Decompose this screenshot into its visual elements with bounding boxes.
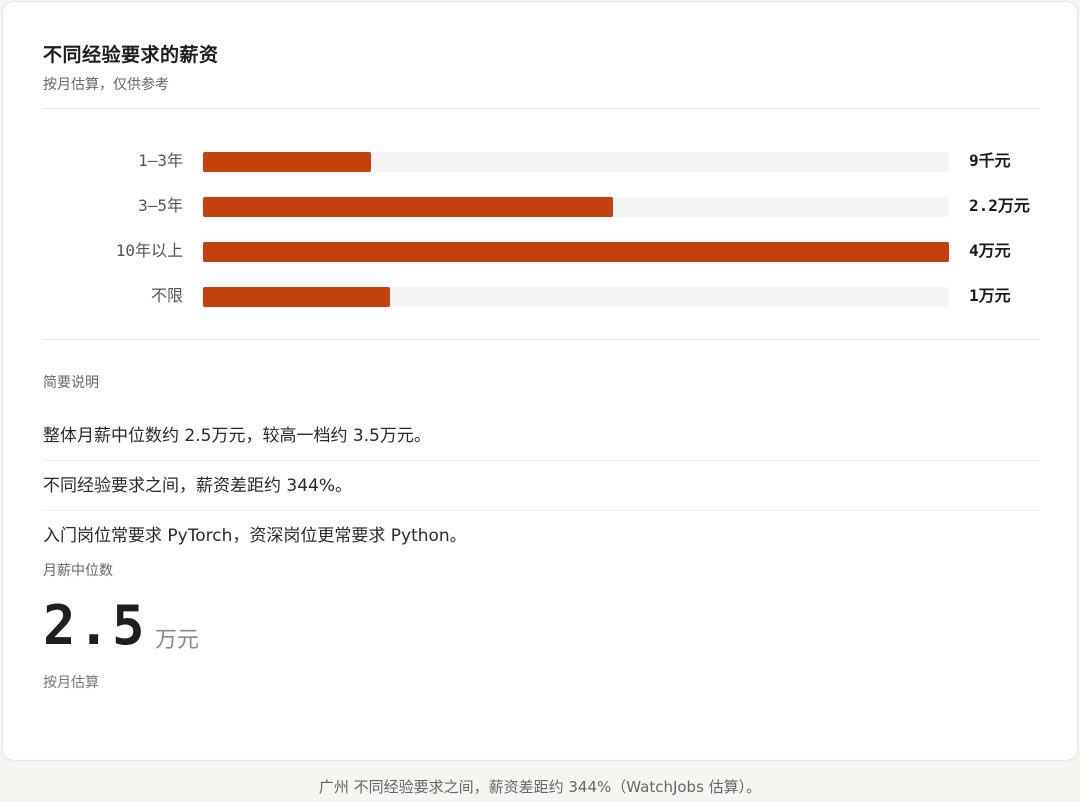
card-title: 不同经验要求的薪资: [43, 44, 219, 66]
bar-row: 10年以上 4万元: [3, 240, 1079, 262]
bar-value-label: 1万元: [969, 286, 1011, 305]
bar-category-label: 3–5年: [138, 196, 183, 215]
bar-category-label: 10年以上: [115, 241, 183, 260]
bar-value-label: 4万元: [969, 241, 1011, 260]
salary-bar-chart: 1–3年 9千元 3–5年 2.2万元 10年以上 4万元不限 1万元: [3, 142, 1079, 322]
note-item: 整体月薪中位数约 2.5万元，较高一档约 3.5万元。: [43, 411, 1040, 461]
chart-divider: [43, 339, 1040, 340]
bar-category-label: 1–3年: [138, 151, 183, 170]
bar: [203, 287, 390, 307]
bar-row: 3–5年 2.2万元: [3, 195, 1079, 217]
bar: [203, 197, 613, 217]
bar-track: [203, 287, 949, 307]
median-unit: 万元: [155, 628, 200, 653]
bar-category-label: 不限: [150, 286, 183, 305]
median-note: 按月估算: [43, 675, 99, 691]
card-subtitle: 按月估算，仅供参考: [43, 77, 169, 93]
bar: [203, 242, 949, 262]
footer-caption: 广州 不同经验要求之间，薪资差距约 344%（WatchJobs 估算）。: [318, 778, 762, 796]
bar-value-label: 2.2万元: [969, 196, 1030, 215]
header-divider: [43, 108, 1040, 109]
median-label: 月薪中位数: [43, 563, 113, 579]
note-item: 不同经验要求之间，薪资差距约 344%。: [43, 461, 1040, 511]
bar-track: [203, 197, 949, 217]
bar-row: 不限 1万元: [3, 285, 1079, 307]
bar-track: [203, 152, 949, 172]
salary-card: 不同经验要求的薪资 按月估算，仅供参考 1–3年 9千元 3–5年 2.2万元 10年以…: [2, 1, 1078, 761]
notes-heading: 简要说明: [43, 375, 99, 391]
bar-value-label: 9千元: [969, 151, 1011, 170]
bar: [203, 152, 371, 172]
bar-row: 1–3年 9千元: [3, 150, 1079, 172]
note-item: 入门岗位常要求 PyTorch，资深岗位更常要求 Python。: [43, 526, 467, 546]
bar-track: [203, 242, 949, 262]
median-value: 2.5: [43, 594, 147, 657]
